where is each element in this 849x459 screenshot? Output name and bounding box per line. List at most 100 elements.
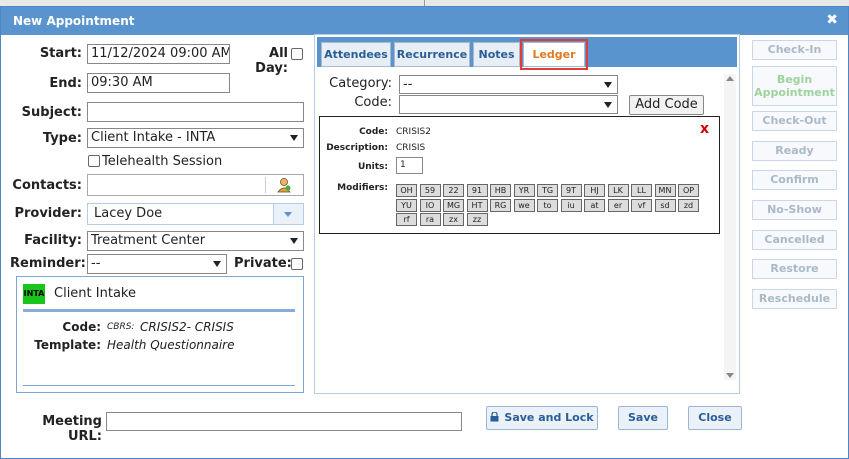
end-input[interactable]: 09:30 AM [87,73,230,93]
modifier-chip[interactable]: TG [537,184,558,197]
entry-units-input[interactable]: 1 [396,157,423,174]
tab-strip: Attendees Recurrence Notes Ledger [317,37,737,70]
modifier-chip[interactable]: at [584,198,605,212]
facility-select[interactable]: Treatment Center [87,231,304,251]
modifier-chip[interactable]: MG [443,198,464,212]
scroll-down-icon[interactable] [726,373,734,378]
lock-icon [490,411,499,422]
end-label: End: [49,76,82,91]
entry-units-label: Units: [357,162,388,172]
cancelled-button[interactable]: Cancelled [752,230,837,250]
contacts-label: Contacts: [12,178,82,193]
ledger-entry: Code: CRISIS2 Description: CRISIS Units:… [319,116,720,234]
remove-entry-icon[interactable]: x [700,121,709,137]
modifier-chip[interactable]: OH [396,184,417,197]
entry-code-value: CRISIS2 [396,127,431,137]
provider-combobox[interactable]: Lacey Doe [87,203,304,225]
check-out-button[interactable]: Check-Out [752,111,837,131]
modifier-chip[interactable]: we [513,198,535,212]
private-checkbox[interactable] [291,258,303,270]
modifier-chip[interactable]: zz [466,213,488,226]
contacts-input[interactable] [87,174,304,196]
subject-input[interactable] [87,102,304,122]
ready-button[interactable]: Ready [752,141,837,161]
private-label: Private: [234,256,292,271]
reschedule-button[interactable]: Reschedule [752,289,837,309]
modifier-chip[interactable]: IO [419,198,441,212]
category-select[interactable]: -- [399,75,618,94]
modifier-chip[interactable]: RG [490,198,511,212]
modifier-chip[interactable]: rf [396,213,417,226]
summary-bottom-divider [23,385,295,386]
modifier-chip[interactable]: 9T [560,184,582,197]
telehealth-label: Telehealth Session [102,154,223,169]
summary-divider [23,309,295,312]
modifier-chip[interactable]: OP [678,184,699,197]
restore-button[interactable]: Restore [752,259,837,279]
meeting-url-input[interactable] [106,412,462,431]
modifier-chip[interactable]: 22 [443,184,464,197]
subject-label: Subject: [21,105,82,120]
modifier-chip[interactable]: zx [443,213,464,226]
modifier-chip[interactable]: YR [513,184,535,197]
contact-lookup-icon[interactable] [276,177,292,193]
entry-modifiers-label: Modifiers: [337,183,388,193]
entry-code-label: Code: [359,127,388,137]
close-button[interactable]: Close [688,406,742,430]
modifier-chip[interactable]: zd [678,198,699,212]
confirm-button[interactable]: Confirm [752,170,837,190]
check-in-button[interactable]: Check-In [752,40,837,60]
modifier-chip[interactable]: sd [654,198,676,212]
no-show-button[interactable]: No-Show [752,200,837,220]
modifier-chip[interactable]: MN [654,184,676,197]
start-input[interactable]: 11/12/2024 09:00 AM [87,44,230,64]
modifier-chip[interactable]: er [607,198,629,212]
tab-notes[interactable]: Notes [473,42,520,67]
tab-attendees[interactable]: Attendees [321,42,391,67]
modifier-chip[interactable]: LL [631,184,652,197]
allday-checkbox[interactable] [291,48,303,60]
modifier-chip[interactable]: vf [631,198,652,212]
tab-ledger[interactable]: Ledger [520,39,588,70]
modifier-chip[interactable]: HB [490,184,511,197]
summary-code-prefix: CBRS: [107,322,135,332]
category-label: Category: [329,76,392,91]
dialog-title: New Appointment [13,14,135,28]
save-and-lock-label: Save and Lock [504,411,594,424]
facility-label: Facility: [24,233,82,248]
entry-description-label: Description: [326,143,388,153]
modifier-chip[interactable]: to [537,198,558,212]
dialog-titlebar: New Appointment ✖ [1,7,848,35]
reminder-label: Reminder: [10,256,86,271]
telehealth-checkbox[interactable] [88,155,100,167]
chevron-down-icon [284,212,292,217]
contacts-divider [265,177,266,193]
scroll-up-icon[interactable] [726,76,734,81]
begin-appointment-button[interactable]: Begin Appointment [752,66,837,106]
modifier-chip[interactable]: iu [560,198,582,212]
type-badge: INTA [23,284,45,304]
modifier-chip[interactable]: 59 [419,184,441,197]
modifier-chip[interactable]: LK [607,184,629,197]
modifier-chip[interactable]: YU [396,198,417,212]
modifier-chip[interactable]: HT [466,198,488,212]
appointment-summary: INTA Client Intake Code: CBRS: CRISIS2- … [16,276,304,393]
save-and-lock-button[interactable]: Save and Lock [486,406,598,430]
provider-dropdown-button[interactable] [273,204,303,224]
add-code-button[interactable]: Add Code [629,95,704,115]
modifier-chip[interactable]: ra [419,213,441,226]
panel-scrollbar[interactable] [724,74,736,380]
close-icon[interactable]: ✖ [826,12,838,28]
modifier-chip[interactable]: HJ [584,184,605,197]
modifier-chip[interactable]: 91 [466,184,488,197]
entry-description-value: CRISIS [396,143,426,153]
summary-code-label: Code: [62,320,101,334]
summary-code-value: CRISIS2- CRISIS [140,320,234,334]
tab-recurrence[interactable]: Recurrence [394,42,470,67]
summary-title: Client Intake [54,286,136,301]
type-label: Type: [42,131,82,146]
save-button[interactable]: Save [618,406,668,430]
reminder-select[interactable]: -- [87,254,227,274]
type-select[interactable]: Client Intake - INTA [87,128,304,148]
code-select[interactable] [399,95,618,114]
